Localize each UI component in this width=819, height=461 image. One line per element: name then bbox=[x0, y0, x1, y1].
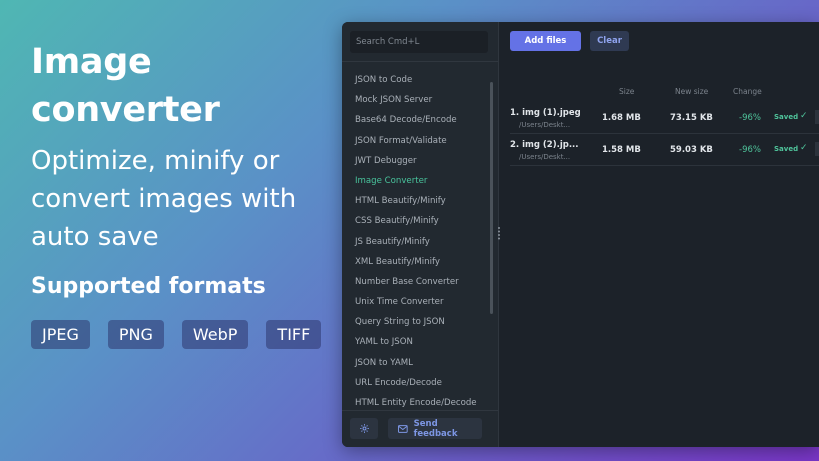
app-window: Search Cmd+L JSON to Code Mock JSON Serv… bbox=[342, 22, 819, 447]
promo-title: Image converter bbox=[31, 42, 220, 130]
promo: Image converter Optimize, minify or conv… bbox=[31, 38, 331, 256]
sidebar-item-yaml-to-json[interactable]: YAML to JSON bbox=[342, 332, 492, 352]
status-badge: Saved bbox=[774, 113, 799, 121]
file-size: 1.58 MB bbox=[602, 145, 641, 155]
sidebar-item-jwt-debugger[interactable]: JWT Debugger bbox=[342, 151, 492, 171]
file-name: 2. img (2).jp... bbox=[510, 140, 579, 150]
sidebar-item-query-string[interactable]: Query String to JSON bbox=[342, 312, 492, 332]
sidebar-item-json-to-code[interactable]: JSON to Code bbox=[342, 70, 492, 90]
sidebar-item-unix-time[interactable]: Unix Time Converter bbox=[342, 292, 492, 312]
promo-tagline: Optimize, minify or convert images with … bbox=[31, 146, 297, 252]
header-size: Size bbox=[619, 87, 635, 96]
file-size: 1.68 MB bbox=[602, 113, 641, 123]
sidebar-item-url-encode[interactable]: URL Encode/Decode bbox=[342, 373, 492, 393]
formats-title: Supported formats bbox=[31, 274, 266, 299]
check-icon: ✓ bbox=[800, 143, 808, 153]
row-action-edge[interactable] bbox=[815, 142, 819, 156]
tool-list: JSON to Code Mock JSON Server Base64 Dec… bbox=[342, 70, 492, 413]
settings-button[interactable] bbox=[350, 418, 378, 439]
format-chip-webp: WebP bbox=[181, 320, 249, 349]
sidebar-footer: Send feedback bbox=[342, 410, 498, 447]
sidebar-item-html-beautify[interactable]: HTML Beautify/Minify bbox=[342, 191, 492, 211]
sidebar-item-css-beautify[interactable]: CSS Beautify/Minify bbox=[342, 211, 492, 231]
status-badge: Saved bbox=[774, 145, 799, 153]
sidebar-item-js-beautify[interactable]: JS Beautify/Minify bbox=[342, 232, 492, 252]
file-change: -96% bbox=[739, 145, 761, 155]
format-chip-jpeg: JPEG bbox=[31, 320, 90, 349]
sidebar-item-image-converter[interactable]: Image Converter bbox=[342, 171, 492, 191]
clear-button[interactable]: Clear bbox=[590, 31, 629, 51]
format-chip-png: PNG bbox=[107, 320, 164, 349]
table-row[interactable]: 2. img (2).jp... /Users/Deskt... 1.58 MB… bbox=[510, 134, 819, 165]
main-panel: Add files Clear Size New size Change 1. … bbox=[499, 22, 819, 447]
mail-icon bbox=[398, 424, 408, 433]
file-new-size: 59.03 KB bbox=[670, 145, 713, 155]
row-divider bbox=[510, 165, 819, 166]
sidebar-item-base64[interactable]: Base64 Decode/Encode bbox=[342, 110, 492, 130]
table-row[interactable]: 1. img (1).jpeg /Users/Deskt... 1.68 MB … bbox=[510, 102, 819, 133]
format-chips: JPEG PNG WebP TIFF bbox=[31, 320, 322, 349]
send-feedback-button[interactable]: Send feedback bbox=[388, 418, 482, 439]
sidebar-item-json-format[interactable]: JSON Format/Validate bbox=[342, 131, 492, 151]
send-feedback-label: Send feedback bbox=[413, 418, 458, 439]
header-change: Change bbox=[733, 87, 762, 96]
search-input[interactable]: Search Cmd+L bbox=[350, 31, 488, 53]
row-action-edge[interactable] bbox=[815, 110, 819, 124]
sidebar-item-number-base[interactable]: Number Base Converter bbox=[342, 272, 492, 292]
sidebar-scrollbar[interactable] bbox=[490, 82, 493, 314]
file-new-size: 73.15 KB bbox=[670, 113, 713, 123]
file-path: /Users/Deskt... bbox=[519, 121, 571, 129]
sidebar: Search Cmd+L JSON to Code Mock JSON Serv… bbox=[342, 22, 499, 447]
file-change: -96% bbox=[739, 113, 761, 123]
divider bbox=[342, 61, 498, 62]
gear-icon bbox=[359, 424, 369, 433]
format-chip-tiff: TIFF bbox=[266, 320, 322, 349]
sidebar-item-mock-json-server[interactable]: Mock JSON Server bbox=[342, 90, 492, 110]
sidebar-item-json-to-yaml[interactable]: JSON to YAML bbox=[342, 353, 492, 373]
header-new-size: New size bbox=[675, 87, 709, 96]
file-name: 1. img (1).jpeg bbox=[510, 108, 581, 118]
add-files-button[interactable]: Add files bbox=[510, 31, 581, 51]
sidebar-item-xml-beautify[interactable]: XML Beautify/Minify bbox=[342, 252, 492, 272]
file-path: /Users/Deskt... bbox=[519, 153, 571, 161]
check-icon: ✓ bbox=[800, 111, 808, 121]
